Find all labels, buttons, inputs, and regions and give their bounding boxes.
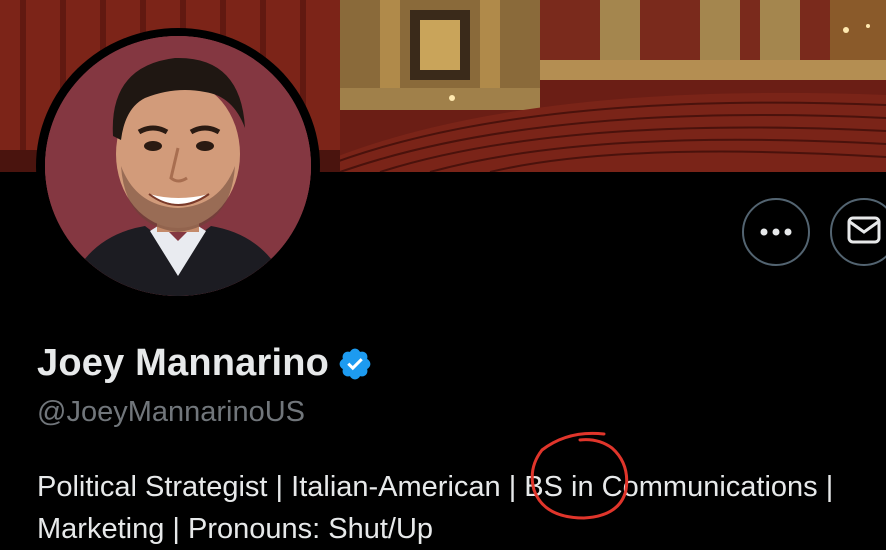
avatar[interactable]: [45, 36, 311, 296]
profile-bio: Political Strategist | Italian-American …: [37, 466, 886, 550]
more-horizontal-icon: [760, 223, 792, 241]
bio-line-2: Marketing | Pronouns: Shut/Up: [37, 513, 434, 545]
profile-handle: @JoeyMannarinoUS: [37, 396, 306, 428]
verified-badge-icon[interactable]: [337, 346, 373, 382]
display-name: Joey Mannarino: [37, 342, 330, 384]
envelope-icon: [847, 216, 881, 249]
bio-line-1: Political Strategist | Italian-American …: [37, 471, 834, 503]
more-options-button[interactable]: [742, 198, 810, 266]
message-button[interactable]: [830, 198, 886, 266]
display-name-row: Joey Mannarino: [37, 342, 373, 385]
